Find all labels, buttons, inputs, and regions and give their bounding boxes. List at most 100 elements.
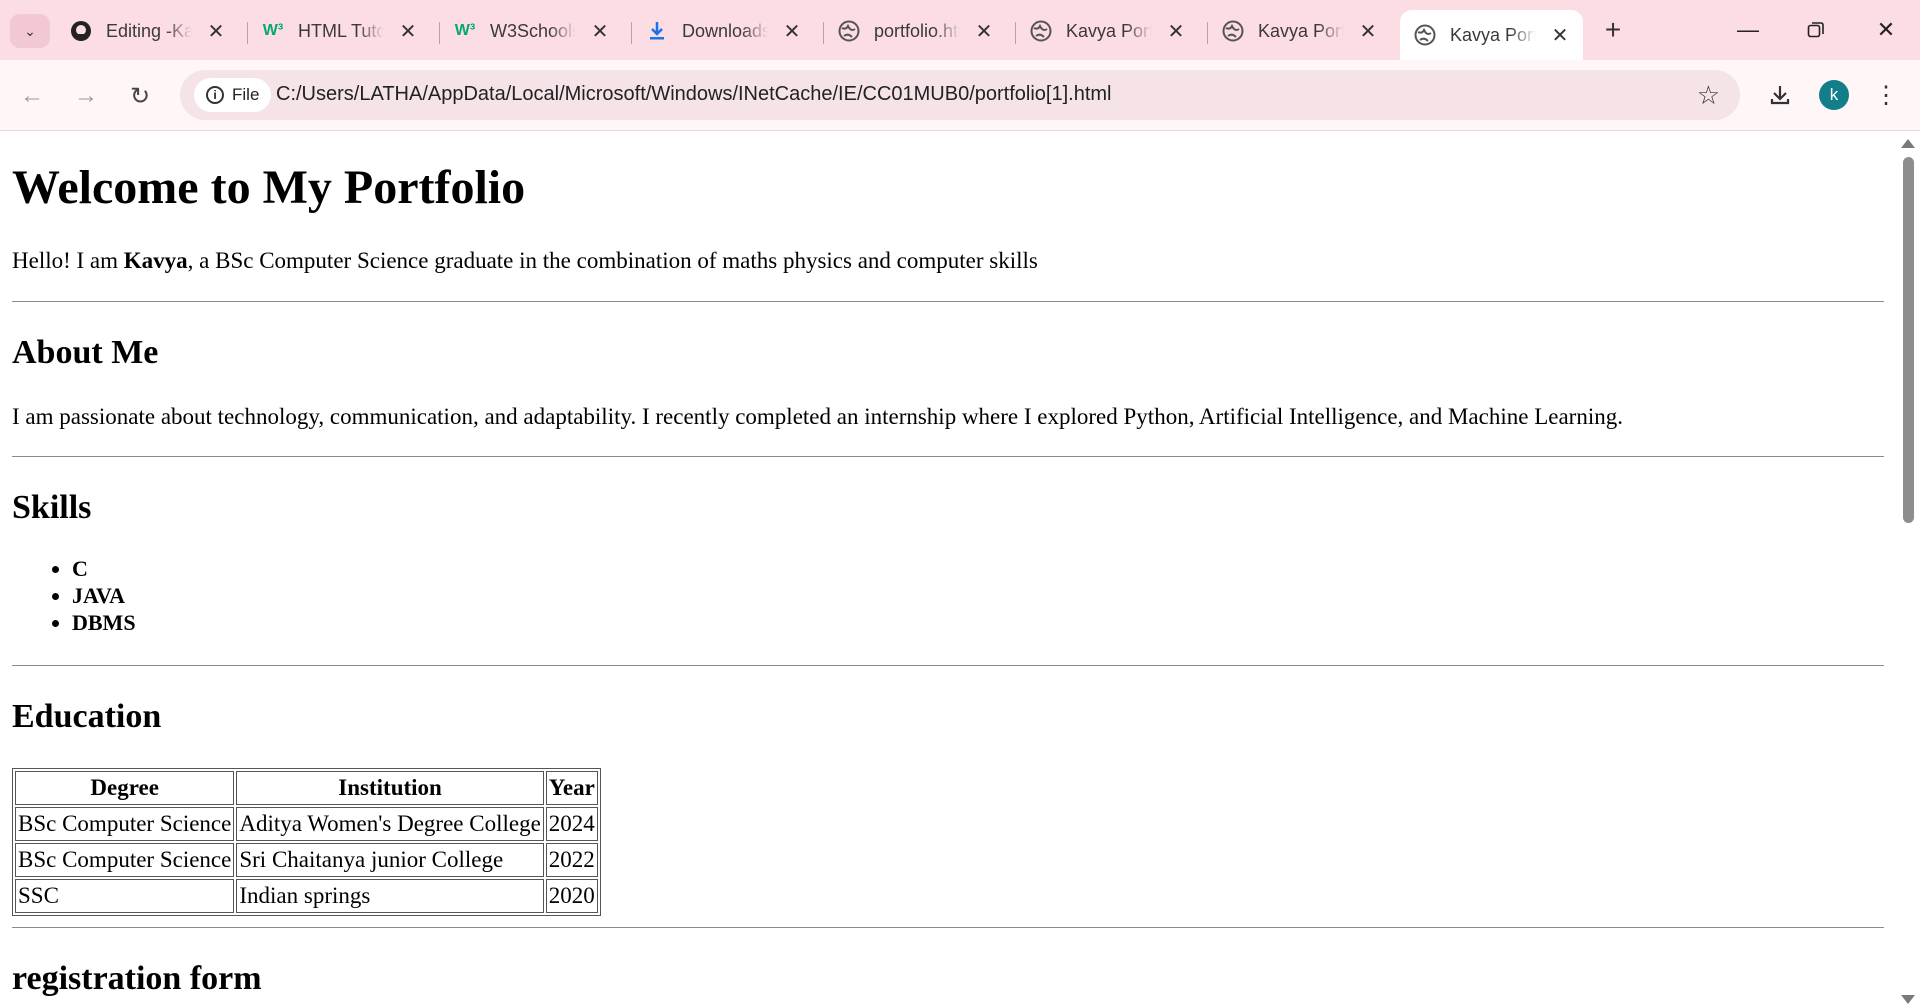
- list-item: JAVA: [72, 582, 136, 609]
- table-cell: Sri Chaitanya junior College: [236, 843, 544, 877]
- table-cell: 2020: [545, 879, 598, 913]
- close-icon[interactable]: ✕: [1358, 19, 1378, 44]
- close-icon[interactable]: ✕: [974, 19, 994, 44]
- close-icon[interactable]: ✕: [1166, 19, 1186, 44]
- chevron-down-icon: ⌄: [24, 22, 36, 39]
- skills-list: C JAVA DBMS: [48, 555, 136, 636]
- tab-title: HTML Tutorial: [298, 20, 384, 41]
- site-info-label: File: [232, 85, 260, 104]
- profile-button[interactable]: k: [1816, 78, 1852, 112]
- table-cell: 2022: [545, 843, 598, 877]
- address-bar[interactable]: i File C:/Users/LATHA/AppData/Local/Micr…: [180, 70, 1740, 120]
- bookmark-star-icon[interactable]: ☆: [1697, 80, 1720, 111]
- download-icon: [1770, 86, 1790, 105]
- close-window-button[interactable]: ✕: [1866, 12, 1906, 48]
- table-cell: SSC: [15, 879, 235, 913]
- intro-suffix: , a BSc Computer Science graduate in the…: [187, 248, 1038, 273]
- github-icon: [70, 20, 92, 42]
- column-header-institution: Institution: [236, 771, 544, 805]
- tab-editing[interactable]: Editing -Kavya ✕: [56, 10, 226, 52]
- column-header-degree: Degree: [15, 771, 235, 805]
- tab-kavya-portfolio-2[interactable]: Kavya Portfolio ✕: [1208, 10, 1378, 52]
- list-item: DBMS: [72, 609, 136, 636]
- menu-button[interactable]: ⋮: [1870, 78, 1902, 112]
- tab-title: Downloads: [682, 20, 768, 41]
- section-divider: [12, 665, 1884, 666]
- w3schools-icon: W³: [454, 22, 476, 39]
- intro-text: Hello! I am Kavya, a BSc Computer Scienc…: [12, 248, 1038, 274]
- browser-toolbar: ← → ↻ i File C:/Users/LATHA/AppData/Loca…: [0, 60, 1920, 131]
- table-cell: Indian springs: [236, 879, 544, 913]
- kebab-menu-icon: ⋮: [1874, 81, 1898, 109]
- page-title: Welcome to My Portfolio: [12, 161, 526, 214]
- tab-search-button[interactable]: ⌄: [10, 14, 50, 48]
- list-item: C: [72, 555, 136, 582]
- close-icon[interactable]: ✕: [782, 19, 802, 44]
- close-icon[interactable]: ✕: [398, 19, 418, 44]
- tab-title: portfolio.html: [874, 20, 960, 41]
- tab-w3schools[interactable]: W³ W3Schools ✕: [440, 10, 610, 52]
- page-scrollbar[interactable]: [1896, 131, 1920, 1008]
- download-icon: [646, 20, 668, 42]
- table-header-row: Degree Institution Year: [15, 771, 598, 805]
- tab-html-tutorial[interactable]: W³ HTML Tutorial ✕: [248, 10, 418, 52]
- globe-icon: [1222, 20, 1244, 42]
- table-row: BSc Computer Science Sri Chaitanya junio…: [15, 843, 598, 877]
- education-heading: Education: [12, 698, 162, 735]
- restore-button[interactable]: [1796, 12, 1836, 48]
- minimize-icon: —: [1737, 17, 1759, 42]
- section-divider: [12, 456, 1884, 457]
- scrollbar-thumb[interactable]: [1903, 157, 1914, 523]
- scroll-down-arrow-icon[interactable]: [1901, 995, 1915, 1004]
- about-text: I am passionate about technology, commun…: [12, 404, 1623, 429]
- intro-prefix: Hello! I am: [12, 248, 124, 273]
- downloads-button[interactable]: [1762, 78, 1798, 112]
- registration-heading: registration form: [12, 960, 262, 997]
- tab-title: Editing -Kavya: [106, 20, 192, 41]
- reload-button[interactable]: ↻: [120, 76, 160, 116]
- site-info-chip[interactable]: i File: [194, 78, 272, 112]
- tab-title: Kavya Portfolio: [1066, 20, 1152, 41]
- globe-icon: [1414, 24, 1436, 46]
- close-icon[interactable]: ✕: [206, 19, 226, 44]
- w3schools-icon: W³: [262, 22, 284, 39]
- column-header-year: Year: [545, 771, 598, 805]
- globe-icon: [1030, 20, 1052, 42]
- close-icon[interactable]: ✕: [590, 19, 610, 44]
- new-tab-button[interactable]: +: [1598, 14, 1628, 46]
- info-icon: i: [206, 86, 224, 104]
- reload-icon: ↻: [129, 82, 151, 110]
- restore-icon: [1807, 22, 1824, 38]
- table-cell: BSc Computer Science: [15, 807, 235, 841]
- minimize-button[interactable]: —: [1728, 12, 1768, 48]
- tab-title: Kavya Portfolio: [1450, 24, 1536, 45]
- tab-downloads[interactable]: Downloads ✕: [632, 10, 802, 52]
- close-icon: ✕: [1876, 17, 1896, 42]
- forward-button[interactable]: →: [66, 76, 106, 116]
- tab-strip: ⌄ Editing -Kavya ✕ W³ HTML Tutorial ✕ W³…: [0, 0, 1920, 60]
- about-heading: About Me: [12, 334, 159, 371]
- skills-heading: Skills: [12, 489, 92, 526]
- table-cell: 2024: [545, 807, 598, 841]
- education-table: Degree Institution Year BSc Computer Sci…: [12, 768, 601, 916]
- tab-kavya-portfolio-active[interactable]: Kavya Portfolio ✕: [1400, 10, 1583, 60]
- back-button[interactable]: ←: [12, 76, 52, 116]
- tab-kavya-portfolio-1[interactable]: Kavya Portfolio ✕: [1016, 10, 1186, 52]
- section-divider: [12, 927, 1884, 928]
- section-divider: [12, 301, 1884, 302]
- url-text[interactable]: C:/Users/LATHA/AppData/Local/Microsoft/W…: [276, 83, 1112, 106]
- avatar: k: [1819, 80, 1849, 110]
- tab-title: W3Schools: [490, 20, 576, 41]
- table-cell: BSc Computer Science: [15, 843, 235, 877]
- tab-title: Kavya Portfolio: [1258, 20, 1344, 41]
- close-icon[interactable]: ✕: [1550, 23, 1570, 48]
- scroll-up-arrow-icon[interactable]: [1901, 139, 1915, 148]
- intro-name: Kavya: [123, 248, 188, 273]
- tab-portfolio-html[interactable]: portfolio.html ✕: [824, 10, 994, 52]
- arrow-right-icon: →: [74, 82, 98, 109]
- arrow-left-icon: ←: [20, 82, 44, 109]
- globe-icon: [838, 20, 860, 42]
- table-cell: Aditya Women's Degree College: [236, 807, 544, 841]
- table-row: BSc Computer Science Aditya Women's Degr…: [15, 807, 598, 841]
- page-content: Welcome to My Portfolio Hello! I am Kavy…: [0, 131, 1896, 1008]
